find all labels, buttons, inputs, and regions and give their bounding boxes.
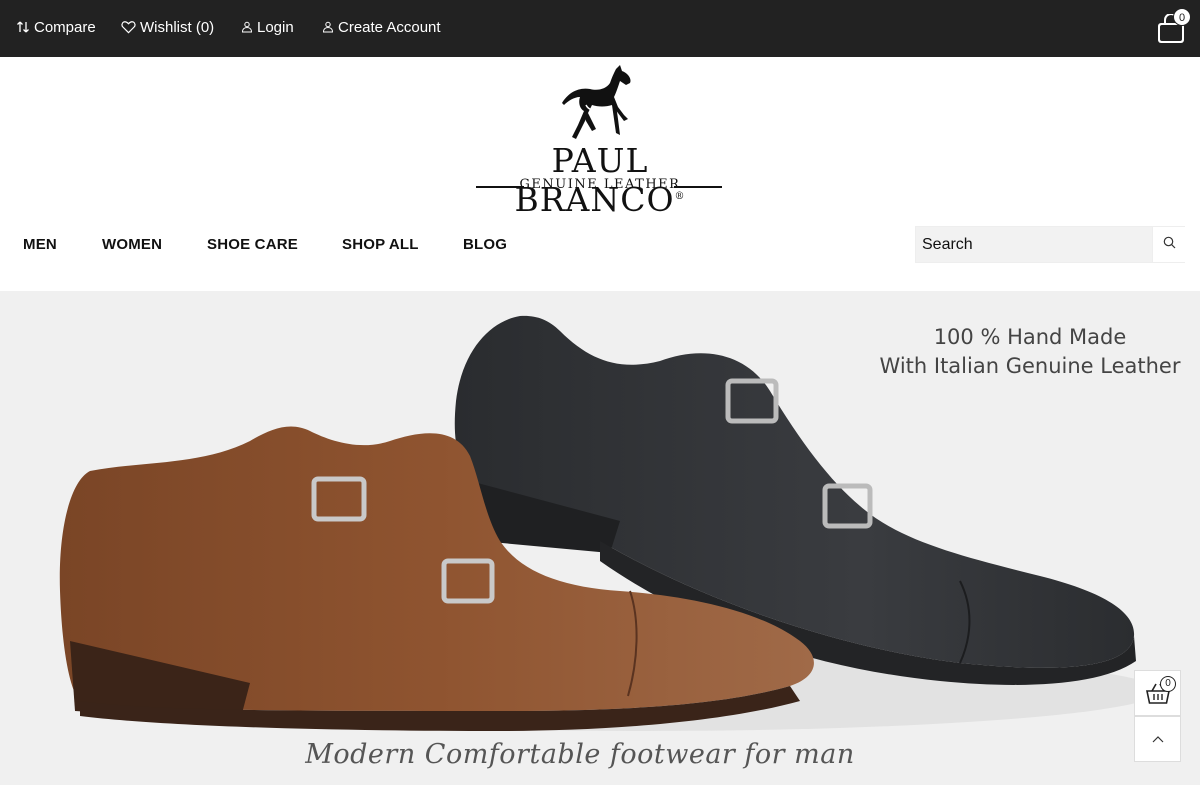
create-account-link[interactable]: Create Account bbox=[322, 19, 441, 36]
header-cart-button[interactable]: 0 bbox=[1152, 8, 1192, 48]
wishlist-label: Wishlist (0) bbox=[140, 19, 215, 36]
search-input[interactable] bbox=[916, 227, 1152, 262]
hero-caption: Modern Comfortable footwear for man bbox=[305, 739, 855, 770]
floating-cart-button[interactable]: 0 bbox=[1134, 670, 1181, 716]
top-bar: Compare Wishlist (0) Login Create Accoun… bbox=[0, 0, 1200, 57]
nav-item-blog[interactable]: BLOG bbox=[463, 236, 507, 253]
nav-item-shop-all[interactable]: SHOP ALL bbox=[342, 236, 419, 253]
search-button[interactable] bbox=[1152, 227, 1185, 262]
search-icon bbox=[1163, 236, 1176, 254]
login-label: Login bbox=[257, 19, 294, 36]
heart-icon bbox=[121, 20, 136, 36]
create-account-label: Create Account bbox=[338, 19, 441, 36]
hero-banner[interactable]: 100 % Hand Made With Italian Genuine Lea… bbox=[0, 291, 1200, 785]
hero-title-line1: 100 % Hand Made bbox=[933, 325, 1127, 349]
compare-label: Compare bbox=[34, 19, 96, 36]
search-form bbox=[915, 226, 1185, 263]
chevron-up-icon bbox=[1152, 730, 1164, 748]
cart-count-badge: 0 bbox=[1173, 8, 1191, 26]
hero-title: 100 % Hand Made With Italian Genuine Lea… bbox=[870, 323, 1190, 381]
nav-item-men[interactable]: MEN bbox=[23, 236, 57, 253]
nav-item-shoe-care[interactable]: SHOE CARE bbox=[207, 236, 298, 253]
horse-logo-icon bbox=[558, 63, 638, 148]
nav-item-women[interactable]: WOMEN bbox=[102, 236, 162, 253]
brand-tagline: GENUINE LEATHER bbox=[519, 177, 681, 192]
registered-mark: ® bbox=[674, 191, 686, 202]
compare-link[interactable]: Compare bbox=[16, 19, 96, 36]
login-link[interactable]: Login bbox=[241, 19, 294, 36]
user-icon bbox=[322, 21, 334, 35]
floating-cart-count: 0 bbox=[1160, 676, 1176, 692]
hero-title-line2: With Italian Genuine Leather bbox=[879, 354, 1181, 378]
sort-arrows-icon bbox=[16, 20, 30, 36]
back-to-top-button[interactable] bbox=[1134, 716, 1181, 762]
user-icon bbox=[241, 21, 253, 35]
logo-divider-right bbox=[674, 186, 722, 188]
brand-logo[interactable]: PAUL BRANCO® GENUINE LEATHER bbox=[470, 63, 730, 219]
wishlist-link[interactable]: Wishlist (0) bbox=[121, 19, 214, 36]
